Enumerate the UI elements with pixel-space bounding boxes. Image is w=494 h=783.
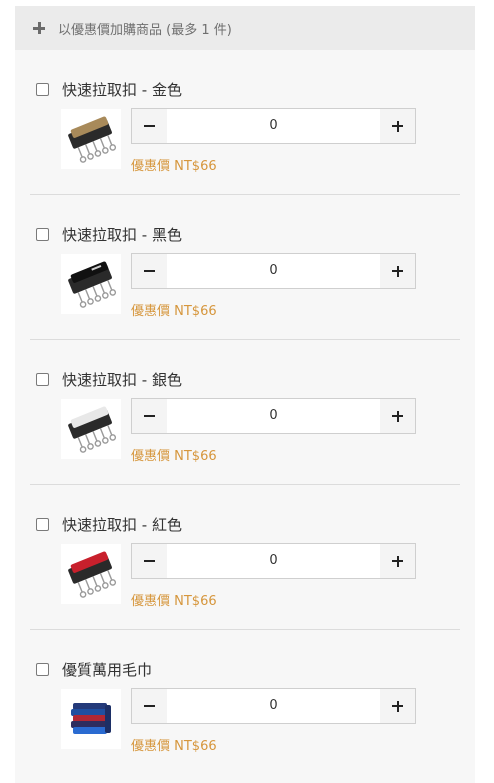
quantity-stepper: 0	[131, 108, 416, 144]
add-on-item: 快速拉取扣 - 銀色 0 優惠價 NT$66	[30, 340, 460, 485]
add-on-item: 優質萬用毛巾 0 優惠價 NT$66	[30, 630, 460, 775]
add-on-panel: 以優惠價加購商品 (最多 1 件) 快速拉取扣 - 金色 0 優惠價 NT$66…	[15, 6, 475, 783]
item-price: 優惠價 NT$66	[131, 159, 217, 174]
quantity-stepper: 0	[131, 253, 416, 289]
quantity-input[interactable]: 0	[167, 254, 380, 288]
decrease-button[interactable]	[132, 254, 167, 288]
item-price: 優惠價 NT$66	[131, 304, 217, 319]
item-price: 優惠價 NT$66	[131, 739, 217, 754]
add-on-item: 快速拉取扣 - 金色 0 優惠價 NT$66	[30, 50, 460, 195]
item-checkbox[interactable]	[36, 83, 49, 96]
increase-button[interactable]	[380, 254, 415, 288]
towels-thumbnail	[61, 689, 121, 749]
plus-icon-vertical	[396, 265, 399, 277]
increase-button[interactable]	[380, 399, 415, 433]
add-on-header[interactable]: 以優惠價加購商品 (最多 1 件)	[15, 6, 475, 50]
minus-icon	[144, 705, 155, 707]
quantity-stepper: 0	[131, 688, 416, 724]
increase-button[interactable]	[380, 689, 415, 723]
quantity-input[interactable]: 0	[167, 544, 380, 578]
item-name: 快速拉取扣 - 紅色	[62, 516, 182, 534]
plus-icon	[33, 22, 45, 34]
item-checkbox[interactable]	[36, 663, 49, 676]
quantity-stepper: 0	[131, 398, 416, 434]
decrease-button[interactable]	[132, 544, 167, 578]
plus-icon-vertical	[396, 410, 399, 422]
item-name: 快速拉取扣 - 銀色	[62, 371, 182, 389]
minus-icon	[144, 560, 155, 562]
red-buckle-thumbnail	[61, 544, 121, 604]
quantity-input[interactable]: 0	[167, 109, 380, 143]
add-on-item: 快速拉取扣 - 黑色 0 優惠價 NT$66	[30, 195, 460, 340]
item-checkbox[interactable]	[36, 373, 49, 386]
plus-icon-vertical	[396, 555, 399, 567]
add-on-item: 快速拉取扣 - 紅色 0 優惠價 NT$66	[30, 485, 460, 630]
increase-button[interactable]	[380, 544, 415, 578]
item-checkbox[interactable]	[36, 228, 49, 241]
item-name: 快速拉取扣 - 金色	[62, 81, 182, 99]
gold-buckle-thumbnail	[61, 109, 121, 169]
plus-icon-vertical	[396, 700, 399, 712]
quantity-stepper: 0	[131, 543, 416, 579]
item-name: 優質萬用毛巾	[62, 661, 153, 679]
item-checkbox[interactable]	[36, 518, 49, 531]
quantity-input[interactable]: 0	[167, 689, 380, 723]
decrease-button[interactable]	[132, 689, 167, 723]
item-price: 優惠價 NT$66	[131, 594, 217, 609]
minus-icon	[144, 415, 155, 417]
minus-icon	[144, 125, 155, 127]
decrease-button[interactable]	[132, 399, 167, 433]
black-buckle-thumbnail	[61, 254, 121, 314]
minus-icon	[144, 270, 155, 272]
item-price: 優惠價 NT$66	[131, 449, 217, 464]
silver-buckle-thumbnail	[61, 399, 121, 459]
increase-button[interactable]	[380, 109, 415, 143]
add-on-header-label: 以優惠價加購商品 (最多 1 件)	[58, 22, 232, 38]
decrease-button[interactable]	[132, 109, 167, 143]
plus-icon-vertical	[396, 120, 399, 132]
quantity-input[interactable]: 0	[167, 399, 380, 433]
item-name: 快速拉取扣 - 黑色	[62, 226, 182, 244]
